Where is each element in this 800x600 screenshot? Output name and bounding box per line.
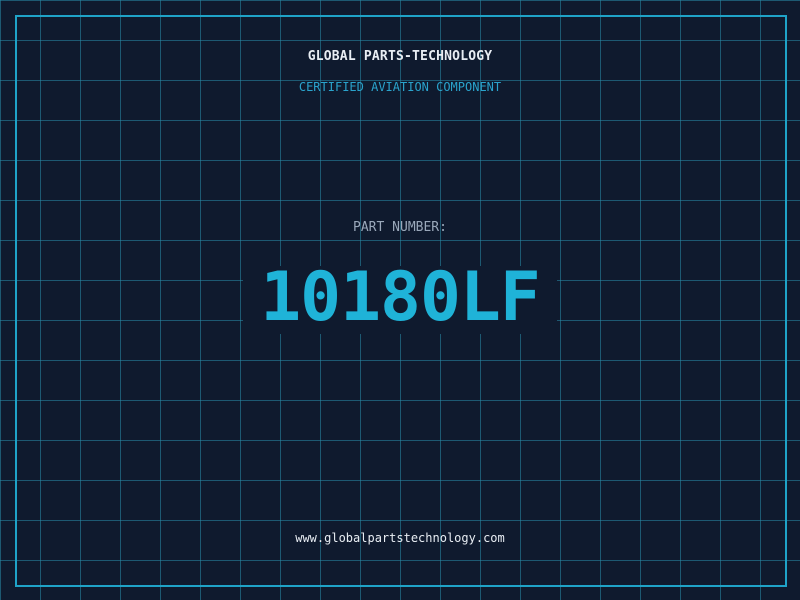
certification-subtitle: CERTIFIED AVIATION COMPONENT <box>298 80 502 94</box>
part-number-value: 10180LF <box>260 258 541 337</box>
website-url: www.globalpartstechnology.com <box>295 531 505 545</box>
company-name: GLOBAL PARTS-TECHNOLOGY <box>307 49 493 64</box>
part-number-label: PART NUMBER: <box>353 220 447 235</box>
certificate-card: GLOBAL PARTS-TECHNOLOGY CERTIFIED AVIATI… <box>0 0 800 600</box>
